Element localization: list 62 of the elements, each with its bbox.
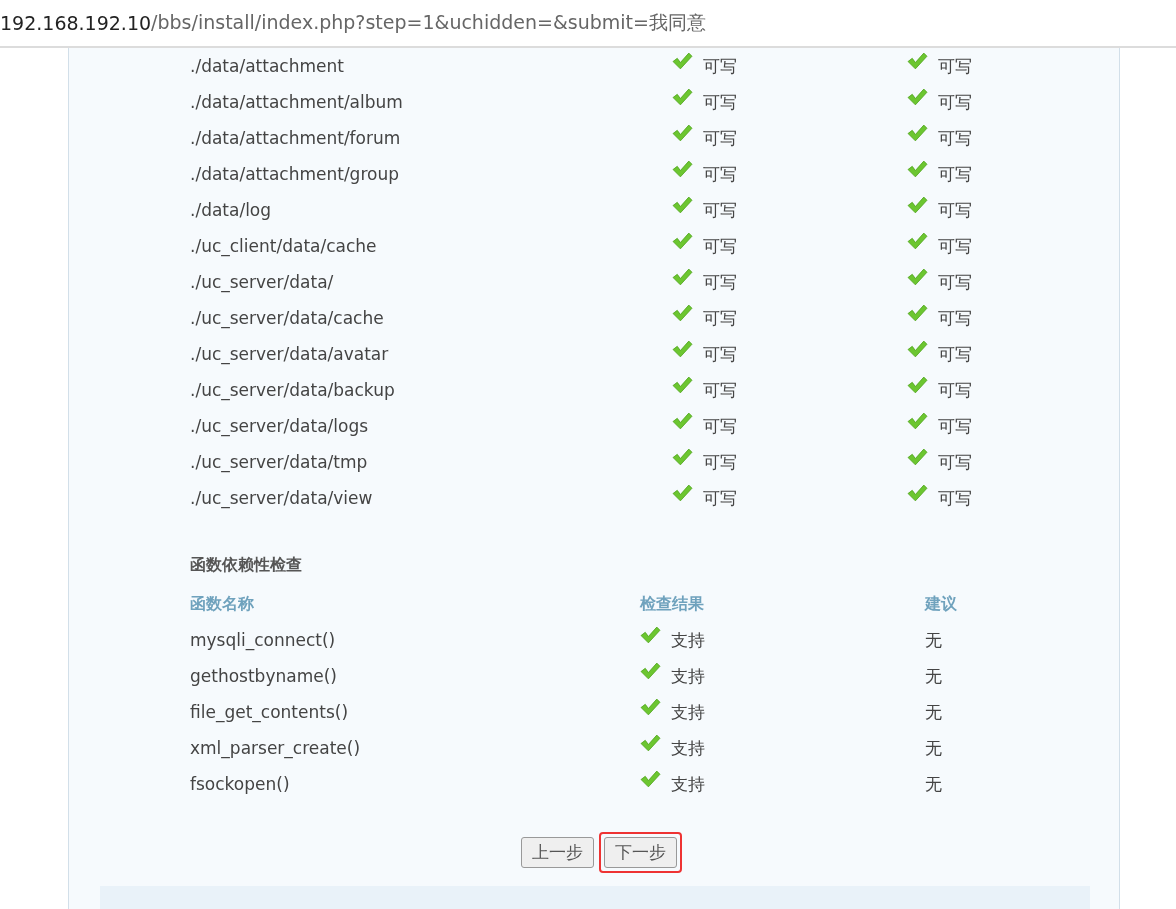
advice-text: 无 <box>925 736 942 760</box>
advice-text: 无 <box>925 628 942 652</box>
status-text: 可写 <box>703 234 737 258</box>
status-text: 可写 <box>703 414 737 438</box>
advice-text: 无 <box>925 772 942 796</box>
url-path: /bbs/install/index.php?step=1&uchidden=&submit=我同意 <box>151 10 706 35</box>
status-text: 可写 <box>703 126 737 150</box>
directory-path: ./uc_server/data/tmp <box>190 452 369 472</box>
status-text: 可写 <box>938 90 972 114</box>
status-text: 可写 <box>703 306 737 330</box>
step-button[interactable]: 上一步 <box>521 837 594 868</box>
function-name: mysqli_connect() <box>190 630 337 650</box>
step-button[interactable]: 下一步 <box>604 837 677 868</box>
status-text: 可写 <box>938 342 972 366</box>
status-text: 可写 <box>938 234 972 258</box>
status-text: 可写 <box>938 450 972 474</box>
directory-path: ./uc_server/data/cache <box>190 308 385 328</box>
status-text: 可写 <box>938 414 972 438</box>
directory-path: ./uc_server/data/avatar <box>190 344 390 364</box>
directory-path: ./data/attachment/album <box>190 92 404 112</box>
status-text: 支持 <box>671 700 705 724</box>
directory-path: ./uc_client/data/cache <box>190 236 378 256</box>
directory-path: ./uc_server/data/logs <box>190 416 370 436</box>
column-header: 检查结果 <box>640 593 705 615</box>
status-text: 可写 <box>703 450 737 474</box>
function-name: xml_parser_create() <box>190 738 362 758</box>
directory-path: ./data/attachment <box>190 56 345 76</box>
status-text: 可写 <box>703 198 737 222</box>
status-text: 可写 <box>938 378 972 402</box>
status-text: 可写 <box>938 306 972 330</box>
status-text: 可写 <box>703 54 737 78</box>
column-header: 建议 <box>925 593 957 615</box>
column-header: 函数名称 <box>190 593 255 615</box>
status-text: 可写 <box>938 162 972 186</box>
status-text: 支持 <box>671 664 705 688</box>
directory-path: ./data/attachment/group <box>190 164 400 184</box>
advice-text: 无 <box>925 664 942 688</box>
status-text: 可写 <box>703 270 737 294</box>
status-text: 可写 <box>938 270 972 294</box>
advice-text: 无 <box>925 700 942 724</box>
function-name: gethostbyname() <box>190 666 338 686</box>
status-text: 支持 <box>671 736 705 760</box>
status-text: 可写 <box>703 90 737 114</box>
status-text: 支持 <box>671 772 705 796</box>
directory-path: ./data/log <box>190 200 273 220</box>
status-text: 可写 <box>703 378 737 402</box>
function-name: fsockopen() <box>190 774 291 794</box>
directory-path: ./data/attachment/forum <box>190 128 402 148</box>
status-text: 支持 <box>671 628 705 652</box>
function-name: file_get_contents() <box>190 702 349 722</box>
status-text: 可写 <box>938 126 972 150</box>
directory-path: ./uc_server/data/ <box>190 272 335 292</box>
directory-path: ./uc_server/data/backup <box>190 380 396 400</box>
directory-path: ./uc_server/data/view <box>190 488 374 508</box>
status-text: 可写 <box>938 198 972 222</box>
status-text: 可写 <box>703 486 737 510</box>
url-host: 192.168.192.10 <box>0 12 152 34</box>
section-title: 函数依赖性检查 <box>190 553 303 576</box>
status-text: 可写 <box>703 162 737 186</box>
status-text: 可写 <box>938 486 972 510</box>
status-text: 可写 <box>938 54 972 78</box>
status-text: 可写 <box>703 342 737 366</box>
